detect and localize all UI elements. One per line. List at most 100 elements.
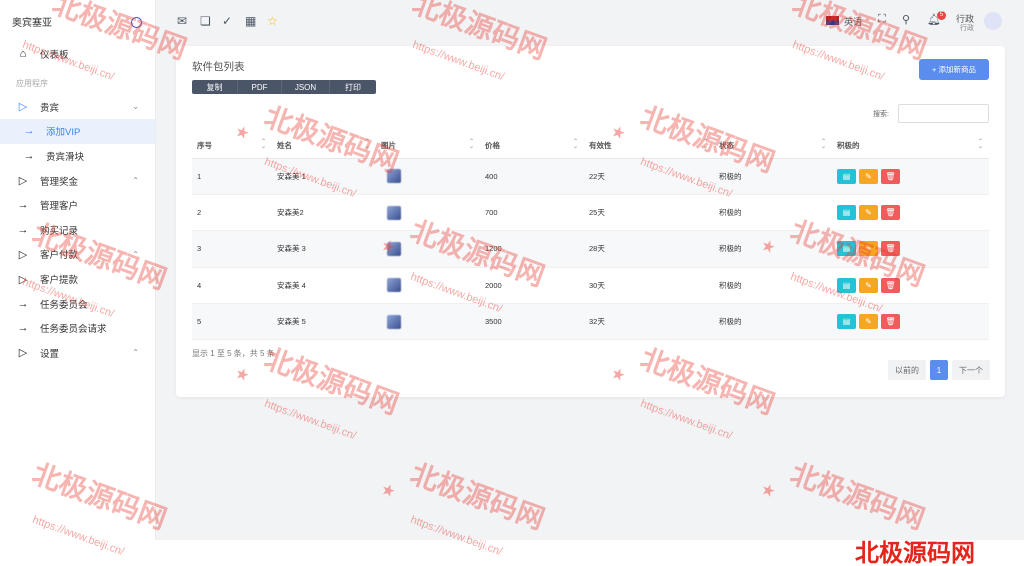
sidebar: 奥宾塞亚 ⌂ 仪表板 应用程序 ▷ 贵宾 ⌄ → 添加VIP → 贵宾滑块 ▷ … [0,0,156,540]
delete-button[interactable]: 🗑︎ [881,241,900,257]
export-toolbar: 复制 PDF JSON 打印 [192,80,376,94]
cell-price: 3500 [480,303,584,341]
delete-button[interactable]: 🗑︎ [881,168,900,184]
fullscreen-icon[interactable]: ⛶ [878,13,886,26]
triangle-right-icon: ▷ [18,248,28,261]
cell-actions: ▤ ✎ 🗑︎ [832,303,989,341]
page-button-current[interactable]: 1 [930,360,948,380]
pdf-button[interactable]: PDF [238,80,282,94]
print-button[interactable]: 打印 [330,80,376,94]
sidebar-item-customer-withdrawal[interactable]: ▷ 客户提款 [0,267,155,292]
column-header-price[interactable]: 价格 ⌃ ⌄ [480,134,584,159]
mail-icon[interactable]: ✉ [177,14,187,28]
table-row: 2 安森美2 700 25天 积极的 ▤ ✎ 🗑︎ [192,194,989,232]
arrow-right-icon: → [23,150,35,163]
view-button[interactable]: ▤ [837,277,856,293]
view-button[interactable]: ▤ [837,241,856,257]
avatar[interactable] [984,12,1002,30]
view-button[interactable]: ▤ [837,314,856,330]
cell-status: 积极的 [714,303,832,341]
pagination: 以前的 1 下一个 [888,360,990,380]
column-header-name[interactable]: 姓名 ⌃ ⌄ [272,134,376,159]
sidebar-item-add-vip[interactable]: → 添加VIP [0,119,155,144]
chevron-up-icon: ⌃ [132,348,139,358]
edit-button[interactable]: ✎ [859,241,878,257]
cell-no: 1 [192,158,272,195]
sidebar-item-purchase-records[interactable]: → 购买记录 [0,218,155,243]
sort-icon: ⌃ ⌄ [468,139,474,150]
edit-button[interactable]: ✎ [859,314,878,330]
column-header-status[interactable]: 状态 ⌃ ⌄ [714,134,832,159]
sidebar-item-label: 设置 [40,348,60,360]
cell-image [376,267,480,305]
sidebar-item-label: 任务委员会请求 [40,324,107,336]
column-header-no[interactable]: 序号 ⌃ ⌄ [192,134,272,159]
search-label: 搜索: [873,111,889,118]
sidebar-item-vip[interactable]: ▷ 贵宾 ⌄ [0,95,155,120]
delete-button[interactable]: 🗑︎ [881,205,900,221]
search-icon[interactable]: ⚲ [902,13,910,26]
sidebar-section-title: 应用程序 [16,78,48,88]
json-button[interactable]: JSON [282,80,330,94]
sidebar-item-settings[interactable]: ▷ 设置 ⌃ [0,341,155,366]
user-role: 行政 [960,25,974,32]
cell-status: 积极的 [714,158,832,195]
chat-icon[interactable]: ❏ [200,14,211,28]
cell-image [376,158,480,195]
cell-image [376,303,480,341]
copy-button[interactable]: 复制 [192,80,238,94]
sort-icon: ⌃ ⌄ [572,139,578,150]
edit-button[interactable]: ✎ [859,277,878,293]
cell-validity: 25天 [584,194,714,232]
page-title: 软件包列表 [192,61,245,73]
view-button[interactable]: ▤ [837,205,856,221]
delete-button[interactable]: 🗑︎ [881,277,900,293]
product-thumbnail [387,314,401,329]
search-input[interactable] [898,104,989,123]
sidebar-item-manage-customers[interactable]: → 管理客户 [0,193,155,218]
check-circle-icon[interactable]: ✓ [222,14,232,28]
sidebar-item-vip-slider[interactable]: → 贵宾滑块 [0,144,155,169]
sort-icon: ⌃ ⌄ [260,139,266,150]
chevron-up-icon: ⌃ [132,249,139,259]
column-header-validity[interactable]: 有效性 ⌃ ⌄ [584,134,714,159]
column-header-actions[interactable]: 积极的 ⌃ ⌄ [832,134,989,159]
column-header-image[interactable]: 图片 ⌃ ⌄ [376,134,480,159]
cell-validity: 22天 [584,158,714,195]
sidebar-item-customer-payment[interactable]: ▷ 客户付款 ⌃ [0,242,155,267]
cell-status: 积极的 [714,194,832,232]
product-thumbnail [387,241,401,256]
edit-button[interactable]: ✎ [859,168,878,184]
cell-no: 3 [192,230,272,268]
sidebar-item-manage-bonus[interactable]: ▷ 管理奖金 ⌃ [0,168,155,193]
cell-name: 安森美 3 [272,230,376,268]
star-icon: ★ [759,480,778,500]
view-button[interactable]: ▤ [837,168,856,184]
arrow-right-icon: → [17,199,29,212]
arrow-right-icon: → [17,322,29,335]
sidebar-item-task-committee-request[interactable]: → 任务委员会请求 [0,316,155,341]
edit-button[interactable]: ✎ [859,205,878,221]
cell-image [376,194,480,232]
cell-validity: 32天 [584,303,714,341]
chevron-down-icon: ⌄ [132,102,139,112]
cell-price: 400 [480,158,584,195]
calendar-icon[interactable]: ▦ [245,14,256,28]
delete-button[interactable]: 🗑︎ [881,314,900,330]
cell-actions: ▤ ✎ 🗑︎ [832,267,989,305]
cell-status: 积极的 [714,230,832,268]
sidebar-item-label: 客户提款 [40,275,79,287]
watermark-url: https://www.beiji.cn/ [262,397,358,443]
next-page-button[interactable]: 下一个 [952,360,990,380]
sidebar-item-dashboard[interactable]: ⌂ 仪表板 [0,42,155,67]
sidebar-item-task-committee[interactable]: → 任务委员会 [0,291,155,316]
add-product-button[interactable]: + 添加新商品 [919,59,989,80]
sidebar-item-label: 购买记录 [40,225,79,237]
star-icon[interactable]: ☆ [267,14,278,28]
flag-icon[interactable] [826,16,839,25]
sidebar-item-label: 贵宾 [40,102,60,114]
cell-no: 4 [192,267,272,305]
language-selector[interactable]: 英语 [844,15,862,28]
product-thumbnail [387,278,401,293]
prev-page-button[interactable]: 以前的 [888,360,926,380]
